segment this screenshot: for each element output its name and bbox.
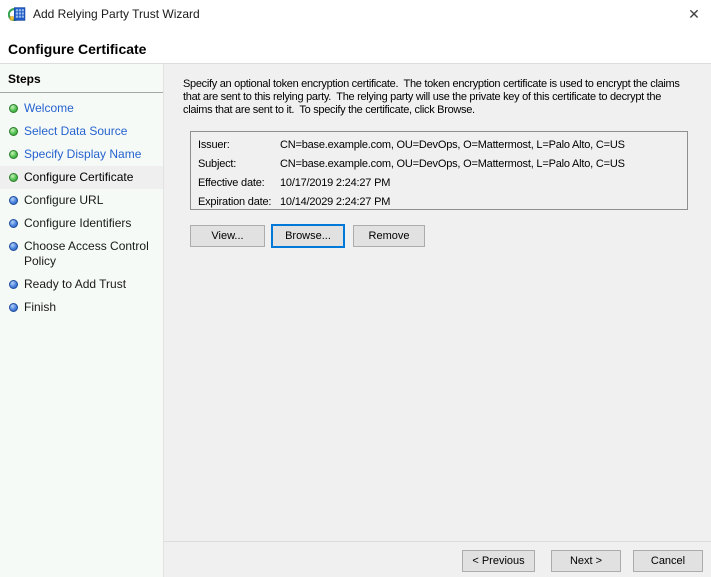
step-todo-bullet-icon (9, 280, 18, 289)
certificate-subject-row: Subject: CN=base.example.com, OU=DevOps,… (191, 154, 687, 173)
certificate-effective-date-row: Effective date: 10/17/2019 2:24:27 PM (191, 173, 687, 192)
step-label: Choose Access Control Policy (24, 239, 149, 268)
sidebar-step-configure-certificate: Configure Certificate (0, 166, 163, 189)
sidebar-step-ready-to-add-trust: Ready to Add Trust (0, 273, 163, 296)
sidebar-step-finish: Finish (0, 296, 163, 319)
sidebar-step-welcome[interactable]: Welcome (0, 97, 163, 120)
previous-button[interactable]: < Previous (462, 550, 535, 572)
subject-label: Subject: (198, 158, 280, 170)
sidebar-step-configure-identifiers: Configure Identifiers (0, 212, 163, 235)
issuer-value: CN=base.example.com, OU=DevOps, O=Matter… (280, 139, 680, 151)
sidebar-step-choose-access-control-policy: Choose Access Control Policy (0, 235, 163, 273)
effective-date-value: 10/17/2019 2:24:27 PM (280, 177, 680, 189)
step-label: Welcome (24, 101, 74, 115)
step-label: Configure Certificate (24, 170, 133, 184)
step-todo-bullet-icon (9, 219, 18, 228)
steps-sidebar: Steps Welcome Select Data Source Specify… (0, 64, 164, 577)
description-line: claims that are sent to it. To specify t… (183, 104, 680, 117)
certificate-issuer-row: Issuer: CN=base.example.com, OU=DevOps, … (191, 135, 687, 154)
sidebar-step-select-data-source[interactable]: Select Data Source (0, 120, 163, 143)
certificate-expiration-date-row: Expiration date: 10/14/2029 2:24:27 PM (191, 192, 687, 211)
subject-value: CN=base.example.com, OU=DevOps, O=Matter… (280, 158, 680, 170)
footer-divider (164, 541, 711, 542)
step-done-bullet-icon (9, 104, 18, 113)
relying-party-trust-wizard-icon (8, 5, 26, 23)
description-line: that are sent to this relying party. The… (183, 91, 680, 104)
step-label: Finish (24, 300, 56, 314)
step-done-bullet-icon (9, 150, 18, 159)
step-current-bullet-icon (9, 173, 18, 182)
next-button[interactable]: Next > (551, 550, 621, 572)
page-title: Configure Certificate (8, 41, 146, 57)
step-label: Configure URL (24, 193, 103, 207)
sidebar-step-specify-display-name[interactable]: Specify Display Name (0, 143, 163, 166)
main-content: Specify an optional token encryption cer… (164, 64, 711, 577)
steps-heading: Steps (0, 64, 163, 93)
step-todo-bullet-icon (9, 196, 18, 205)
step-label: Specify Display Name (24, 147, 141, 161)
remove-button[interactable]: Remove (353, 225, 425, 247)
step-label: Configure Identifiers (24, 216, 131, 230)
wizard-window: Add Relying Party Trust Wizard ✕ Configu… (0, 0, 711, 577)
sidebar-step-configure-url: Configure URL (0, 189, 163, 212)
description-line: Specify an optional token encryption cer… (183, 78, 680, 91)
step-todo-bullet-icon (9, 242, 18, 251)
expiration-date-value: 10/14/2029 2:24:27 PM (280, 196, 680, 208)
issuer-label: Issuer: (198, 139, 280, 151)
step-done-bullet-icon (9, 127, 18, 136)
page-description: Specify an optional token encryption cer… (183, 78, 680, 117)
browse-button[interactable]: Browse... (271, 224, 345, 248)
step-todo-bullet-icon (9, 303, 18, 312)
view-button[interactable]: View... (190, 225, 265, 247)
steps-list: Welcome Select Data Source Specify Displ… (0, 97, 163, 319)
effective-date-label: Effective date: (198, 177, 280, 189)
title-bar: Add Relying Party Trust Wizard ✕ (0, 0, 711, 28)
certificate-details-panel: Issuer: CN=base.example.com, OU=DevOps, … (190, 131, 688, 210)
close-icon[interactable]: ✕ (683, 3, 705, 25)
expiration-date-label: Expiration date: (198, 196, 280, 208)
step-label: Ready to Add Trust (24, 277, 126, 291)
window-title: Add Relying Party Trust Wizard (33, 7, 200, 21)
step-label: Select Data Source (24, 124, 127, 138)
cancel-button[interactable]: Cancel (633, 550, 703, 572)
